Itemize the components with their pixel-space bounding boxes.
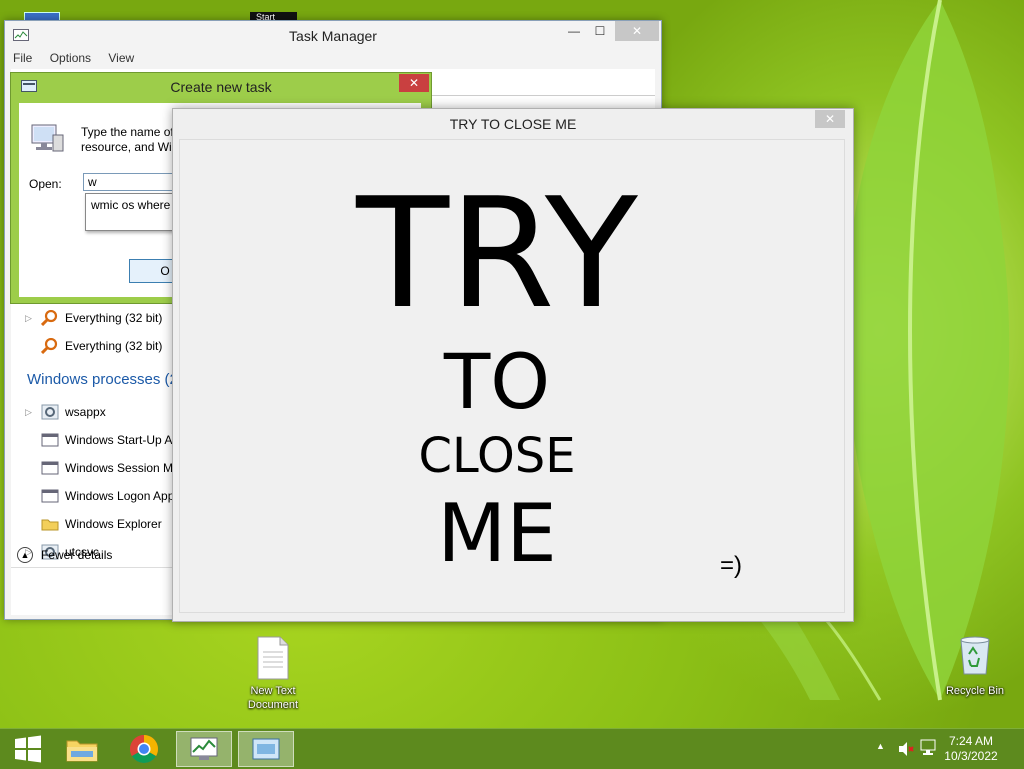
minimize-button[interactable]: — [561, 21, 587, 41]
desktop-icon-label: Recycle Bin [945, 685, 1005, 697]
taskbar-run-window[interactable] [238, 731, 294, 767]
window-icon [41, 461, 59, 475]
taskbar-file-explorer[interactable] [54, 731, 110, 767]
process-row[interactable]: ▷ wsappx [25, 401, 106, 423]
window-icon [252, 738, 280, 760]
big-text-try: TRY [356, 165, 638, 342]
recycle-bin-icon [960, 636, 990, 675]
folder-icon [66, 740, 98, 762]
task-manager-titlebar[interactable]: Task Manager — ☐ ✕ [5, 21, 661, 51]
dialog-title: Create new task [170, 79, 272, 95]
menu-file[interactable]: File [13, 51, 32, 65]
window-title: TRY TO CLOSE ME [449, 116, 577, 132]
window-icon [41, 433, 59, 447]
maximize-button[interactable]: ☐ [587, 21, 613, 41]
text-document-icon [257, 636, 289, 680]
smiley-text: =) [720, 552, 743, 579]
start-button[interactable] [0, 731, 56, 767]
desktop-icon-recycle-bin[interactable]: Recycle Bin [940, 632, 1010, 698]
chrome-icon [130, 735, 158, 763]
try-to-close-me-window[interactable]: TRY TO CLOSE ME ✕ TRY TO CLOSE ME =) [172, 108, 854, 622]
taskbar: ▲ 7:24 AM 10/3/2022 [0, 728, 1024, 769]
close-button[interactable]: ✕ [815, 110, 845, 128]
process-row[interactable]: Everything (32 bit) [25, 335, 162, 357]
window-icon [41, 489, 59, 503]
clock[interactable]: 7:24 AM 10/3/2022 [936, 734, 1006, 764]
network-icon[interactable] [920, 739, 936, 757]
folder-icon [41, 519, 59, 531]
fewer-details-button[interactable]: ▲ Fewer details [17, 547, 112, 563]
task-manager-icon [190, 737, 218, 760]
clock-time: 7:24 AM [948, 734, 994, 748]
try-window-content: TRY TO CLOSE ME =) [179, 139, 845, 613]
taskbar-chrome[interactable] [116, 731, 172, 767]
magnifier-icon [41, 338, 58, 354]
close-button[interactable]: ✕ [615, 21, 659, 41]
gear-icon [41, 404, 59, 420]
windows-logo-icon [15, 735, 41, 763]
process-row[interactable]: Windows Explorer [25, 513, 162, 535]
taskbar-task-manager[interactable] [176, 731, 232, 767]
process-name: Everything (32 bit) [65, 339, 163, 353]
chevron-up-icon[interactable]: ▲ [876, 741, 885, 751]
big-text-to: TO [443, 337, 551, 426]
clock-date: 10/3/2022 [944, 749, 998, 763]
chevron-up-icon: ▲ [17, 547, 33, 563]
expand-arrow-icon[interactable]: ▷ [25, 407, 41, 418]
menu-bar: File Options View [5, 51, 661, 69]
try-titlebar[interactable]: TRY TO CLOSE ME ✕ [173, 109, 853, 137]
big-text-close: CLOSE [418, 428, 576, 484]
process-name: wsappx [65, 405, 106, 419]
expand-arrow-icon[interactable]: ▷ [25, 313, 41, 324]
desktop-icon-new-text-document[interactable]: New Text Document [238, 636, 308, 712]
run-program-icon [31, 124, 64, 152]
magnifier-icon [41, 310, 58, 326]
process-name: Everything (32 bit) [65, 311, 163, 325]
process-row[interactable]: ▷ Everything (32 bit) [25, 307, 162, 329]
system-tray: ▲ 7:24 AM 10/3/2022 [854, 729, 1024, 769]
open-label: Open: [29, 177, 62, 191]
close-button[interactable]: ✕ [399, 74, 429, 92]
speaker-muted-icon[interactable] [898, 741, 914, 757]
menu-view[interactable]: View [108, 51, 134, 65]
desktop-icon-label: New Text Document [247, 685, 299, 711]
process-name: Windows Explorer [65, 517, 162, 531]
menu-options[interactable]: Options [50, 51, 91, 65]
dialog-titlebar[interactable]: Create new task ✕ [11, 73, 431, 99]
fewer-details-label: Fewer details [41, 548, 113, 562]
